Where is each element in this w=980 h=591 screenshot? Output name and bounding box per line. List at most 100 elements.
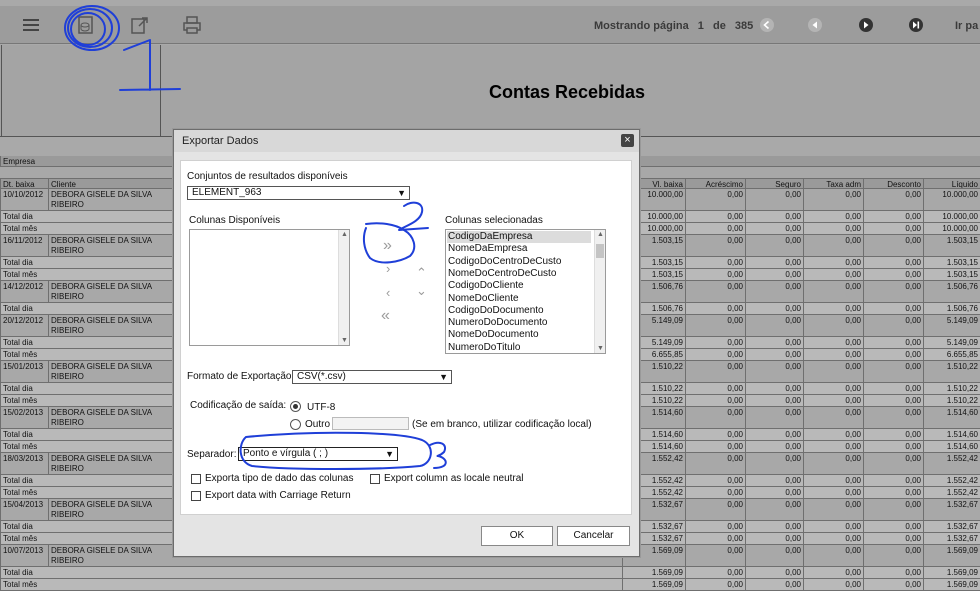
table-cell: 10.000,00 — [923, 189, 980, 210]
previous-page-icon[interactable] — [807, 17, 823, 33]
list-item[interactable]: NomeDoDocumento — [447, 329, 539, 341]
report-toolbar: Mostrando página 1 de 385 Ir pa — [0, 6, 980, 44]
table-cell: 0,00 — [803, 579, 863, 590]
move-down-icon[interactable]: ⌄ — [416, 283, 427, 299]
ok-button[interactable]: OK — [481, 526, 553, 546]
encoding-utf8-radio[interactable] — [290, 401, 301, 412]
table-cell: 0,00 — [863, 567, 923, 578]
table-cell: 0,00 — [863, 223, 923, 234]
list-item[interactable]: CodigoDoCentroDeCusto — [447, 256, 561, 268]
table-cell: Total dia — [0, 257, 166, 268]
list-item[interactable]: NumeroDoTitulo — [447, 342, 520, 354]
export-data-dialog: Exportar Dados × Conjuntos de resultados… — [173, 129, 640, 557]
move-up-icon[interactable]: ⌃ — [416, 265, 427, 281]
table-cell: Total dia — [0, 211, 166, 222]
table-cell: 15/02/2013 — [0, 407, 48, 428]
list-item[interactable]: CodigoDoCliente — [447, 280, 524, 292]
scroll-up-icon[interactable]: ▲ — [595, 231, 606, 238]
table-cell: Total mês — [0, 223, 166, 234]
dialog-titlebar: Exportar Dados × — [174, 130, 639, 152]
table-cell: DEBORA GISELE DA SILVA RIBEIRO — [48, 281, 166, 302]
scroll-down-icon[interactable]: ▼ — [339, 337, 350, 344]
format-select[interactable]: CSV(*.csv) ▼ — [292, 370, 452, 384]
table-cell: 0,00 — [803, 337, 863, 348]
table-cell: 0,00 — [863, 257, 923, 268]
table-cell: 0,00 — [685, 315, 745, 336]
table-cell: 0,00 — [685, 383, 745, 394]
first-page-icon[interactable] — [759, 17, 775, 33]
table-cell: 0,00 — [803, 361, 863, 382]
scrollbar[interactable]: ▲ ▼ — [338, 230, 349, 345]
encoding-other-input[interactable] — [332, 417, 409, 430]
available-columns-label: Colunas Disponíveis — [189, 215, 281, 226]
table-cell: DEBORA GISELE DA SILVA RIBEIRO — [48, 453, 166, 474]
locale-neutral-label: Export column as locale neutral — [384, 473, 524, 484]
table-cell: 0,00 — [863, 337, 923, 348]
list-item[interactable]: CodigoDoDocumento — [447, 305, 544, 317]
close-icon[interactable]: × — [621, 134, 634, 147]
table-cell: 1.569,09 — [622, 579, 685, 590]
table-cell: 0,00 — [803, 487, 863, 498]
table-cell: 0,00 — [803, 303, 863, 314]
table-cell: 1.510,22 — [923, 361, 980, 382]
export-type-checkbox[interactable] — [191, 474, 201, 484]
separator-select[interactable]: Ponto e vírgula ( ; ) ▼ — [238, 447, 398, 461]
move-left-icon[interactable]: ‹ — [386, 285, 390, 300]
table-cell: 14/12/2012 — [0, 281, 48, 302]
table-cell: 0,00 — [863, 395, 923, 406]
list-item[interactable]: NomeDoCliente — [447, 293, 519, 305]
cancel-button[interactable]: Cancelar — [557, 526, 630, 546]
export-icon[interactable] — [129, 14, 151, 36]
available-columns-list[interactable]: ▲ ▼ — [189, 229, 350, 346]
table-cell: 0,00 — [745, 361, 803, 382]
scrollbar[interactable]: ▲ ▼ — [594, 230, 605, 353]
next-page-icon[interactable] — [858, 17, 874, 33]
table-cell: 1.514,60 — [923, 429, 980, 440]
locale-neutral-checkbox[interactable] — [370, 474, 380, 484]
menu-icon[interactable] — [20, 14, 42, 36]
move-right-icon[interactable]: › — [386, 261, 390, 276]
scroll-thumb[interactable] — [596, 244, 604, 258]
table-cell: 0,00 — [803, 521, 863, 532]
move-all-left-icon[interactable]: « — [381, 307, 390, 325]
list-item[interactable]: NumeroDoDocumento — [447, 317, 548, 329]
table-cell: Total dia — [0, 475, 166, 486]
list-item[interactable]: NomeDaEmpresa — [447, 243, 527, 255]
page-current: 1 — [697, 20, 704, 32]
encoding-utf8-label: UTF-8 — [307, 402, 336, 413]
table-cell: 10/07/2013 — [0, 545, 48, 566]
list-item[interactable]: CodigoDaEmpresa — [447, 231, 591, 243]
table-cell: Dt. baixa — [0, 179, 48, 188]
carriage-return-checkbox[interactable] — [191, 491, 201, 501]
table-row: Total mês 1.569,09 0,00 0,00 0,00 0,00 1.569,0… — [0, 579, 980, 591]
scroll-down-icon[interactable]: ▼ — [595, 345, 606, 352]
table-cell: 1.510,22 — [923, 383, 980, 394]
table-cell: 5.149,09 — [923, 337, 980, 348]
export-data-icon[interactable] — [75, 14, 97, 36]
table-cell: 10.000,00 — [923, 211, 980, 222]
table-cell: 0,00 — [685, 395, 745, 406]
table-cell: 0,00 — [803, 269, 863, 280]
table-cell: 0,00 — [745, 223, 803, 234]
scroll-up-icon[interactable]: ▲ — [339, 231, 350, 238]
table-cell: 1.514,60 — [923, 441, 980, 452]
table-cell: 0,00 — [685, 499, 745, 520]
last-page-icon[interactable] — [908, 17, 924, 33]
table-cell: 1.569,09 — [622, 567, 685, 578]
result-set-select[interactable]: ELEMENT_963 ▼ — [187, 186, 410, 200]
list-item[interactable]: NomeDoCentroDeCusto — [447, 268, 556, 280]
table-cell: 0,00 — [863, 453, 923, 474]
table-cell: 0,00 — [863, 361, 923, 382]
table-cell: 0,00 — [803, 349, 863, 360]
table-cell: 0,00 — [685, 429, 745, 440]
table-cell: 0,00 — [745, 395, 803, 406]
table-cell: 18/03/2013 — [0, 453, 48, 474]
table-cell: 0,00 — [863, 349, 923, 360]
table-cell: 0,00 — [803, 453, 863, 474]
move-all-right-icon[interactable]: » — [383, 237, 392, 255]
selected-columns-list[interactable]: NumeroDoTitulo NomeDoDocumento NumeroDoDoc… — [445, 229, 606, 354]
print-icon[interactable] — [181, 14, 203, 36]
table-cell: 0,00 — [685, 579, 745, 590]
table-cell: 0,00 — [863, 383, 923, 394]
encoding-other-radio[interactable] — [290, 419, 301, 430]
